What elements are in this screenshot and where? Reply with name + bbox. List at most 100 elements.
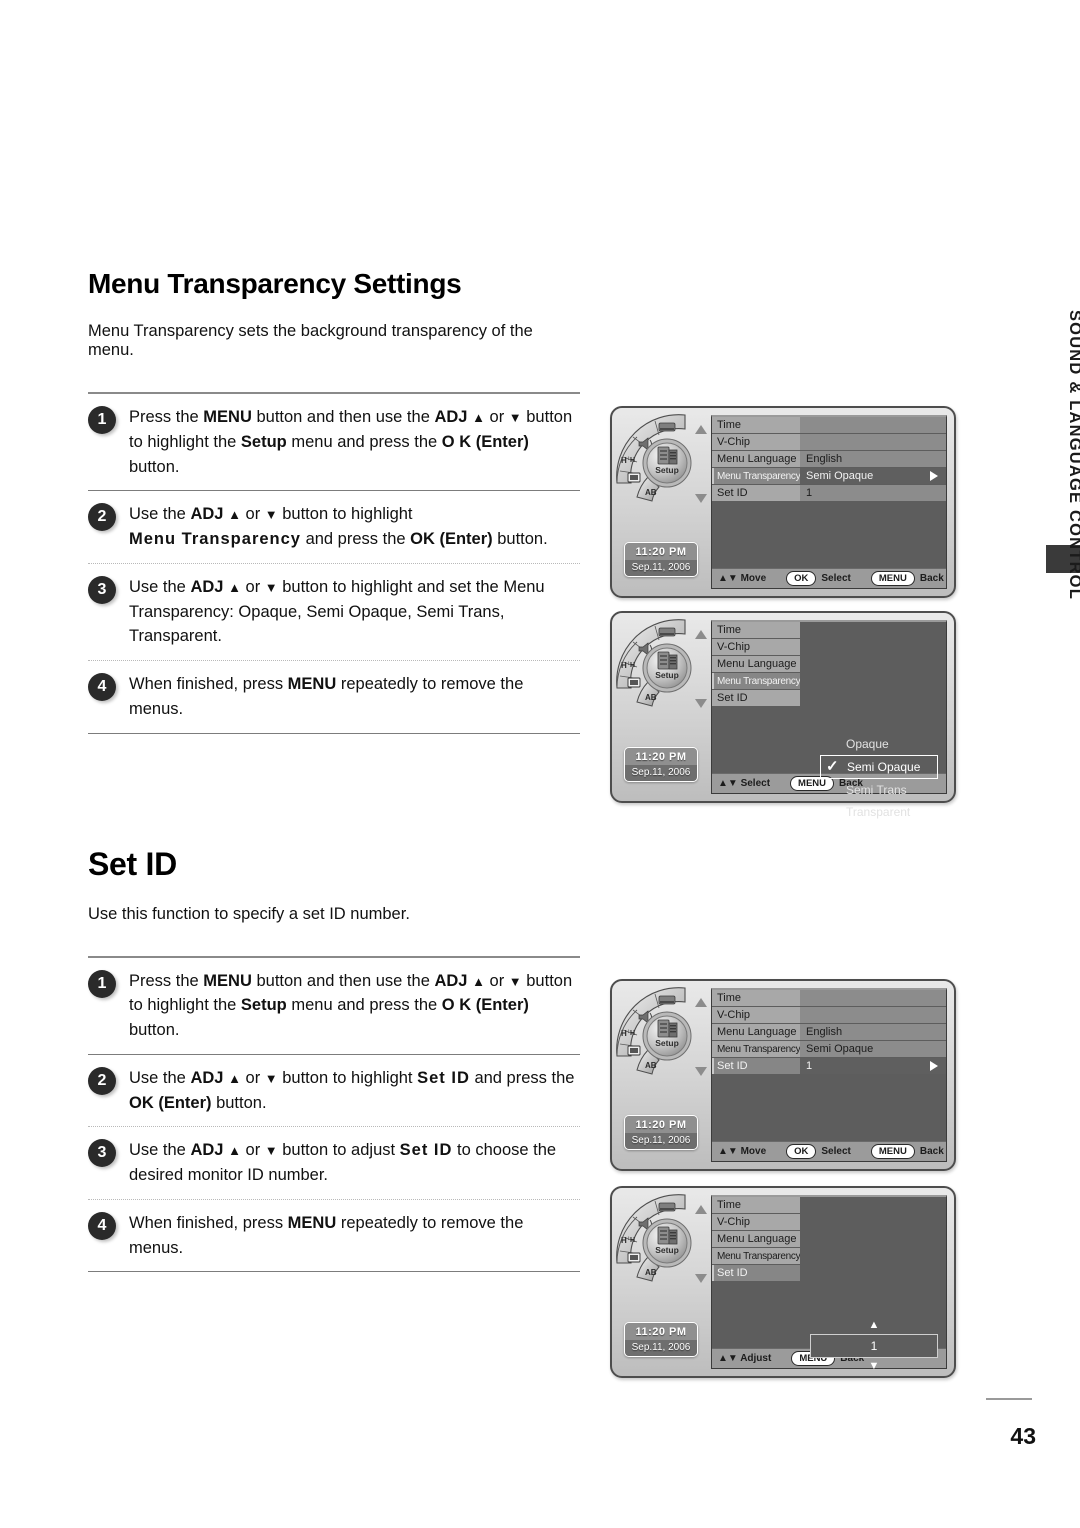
osd-menu-row[interactable]: Menu Transparency Semi Opaque — [712, 1041, 946, 1058]
ab-label: AB — [645, 1268, 657, 1277]
footer-rule — [986, 1398, 1032, 1400]
option-item[interactable]: Transparent — [820, 801, 938, 823]
check-icon: ✓ — [826, 758, 839, 776]
osd-menu-row[interactable]: Time — [712, 990, 946, 1007]
up-arrow-icon[interactable] — [695, 425, 707, 434]
step-number-badge: 1 — [88, 969, 116, 998]
menu-button-pill[interactable]: MENU — [870, 1144, 915, 1159]
section-description-menu-transparency: Menu Transparency sets the background tr… — [88, 322, 533, 359]
osd-menu-list: Time V-Chip Menu Language Menu Transpare… — [712, 1197, 946, 1282]
osd-menu-row[interactable]: Set ID — [712, 690, 946, 707]
osd-menu-row[interactable]: Menu Transparency — [712, 673, 946, 690]
osd-menu-row[interactable]: Set ID 1 — [712, 485, 946, 502]
osd-panel: Time V-Chip Menu Language Menu Transpare… — [711, 620, 947, 819]
nav-hint-label: ▲▼ Move — [718, 1146, 767, 1157]
osd-row-label: Menu Transparency — [712, 673, 800, 689]
osd-menu-row[interactable]: V-Chip — [712, 1214, 946, 1231]
osd-row-value: 1 — [800, 1058, 946, 1074]
osd-row-label: Menu Language — [712, 451, 800, 467]
osd-row-label: Time — [712, 622, 800, 638]
osd-panel: Time V-Chip Menu Language Menu Transpare… — [711, 1195, 947, 1372]
ok-button-pill[interactable]: OK — [786, 571, 817, 586]
osd-menu-row[interactable]: V-Chip — [712, 434, 946, 451]
clock-display: 11:20 PM Sep.11, 2006 — [624, 1322, 698, 1357]
transparency-option-list[interactable]: Opaque ✓ Semi Opaque Semi Trans Transpar… — [820, 733, 938, 823]
menu-button-pill[interactable]: MENU — [870, 571, 915, 586]
updown-arrows[interactable] — [693, 626, 709, 712]
osd-menu-row[interactable]: Menu Language — [712, 656, 946, 673]
nav-hint-label: ▲▼ Select — [718, 778, 771, 789]
ok-button-pill[interactable]: OK — [786, 1144, 817, 1159]
remote-dial-area: H ↕ H AB Setup 11:20 PM Sep.11, 2006 — [616, 619, 711, 794]
steps-list-menu-transparency: 1 Press the MENU button and then use the … — [88, 392, 580, 734]
osd-menu-row[interactable]: Menu Language English — [712, 451, 946, 468]
dial-center-label: Setup — [655, 1038, 679, 1048]
osd-row-value: 1 — [800, 485, 946, 501]
up-arrow-icon[interactable] — [695, 998, 707, 1007]
step-number-badge: 1 — [88, 406, 116, 434]
up-arrow-icon[interactable] — [695, 630, 707, 639]
osd-row-value — [800, 1007, 946, 1023]
osd-menu-row[interactable]: Time — [712, 622, 946, 639]
svg-text:H: H — [630, 1237, 635, 1244]
right-arrow-icon — [930, 1061, 938, 1071]
osd-menu-row[interactable]: Set ID 1 — [712, 1058, 946, 1075]
osd-row-value — [800, 417, 946, 433]
osd-row-label: Menu Transparency — [712, 1041, 800, 1057]
osd-menu-row[interactable]: Menu Language English — [712, 1024, 946, 1041]
osd-hint-bar: ▲▼ Move OK Select MENU Back — [712, 1141, 946, 1161]
osd-menu-row[interactable]: Set ID — [712, 1265, 946, 1282]
clock-time: 11:20 PM — [625, 543, 697, 560]
osd-panel: Time V-Chip Menu Language English Menu T… — [711, 988, 947, 1162]
step-instruction-text: Use the ADJ ▲ or ▼ button to highlight a… — [129, 577, 545, 646]
osd-row-label: Time — [712, 417, 800, 433]
osd-row-value — [800, 1214, 946, 1230]
updown-arrows[interactable] — [693, 994, 709, 1080]
osd-menu-row[interactable]: V-Chip — [712, 1007, 946, 1024]
osd-row-value — [800, 1231, 946, 1247]
menu-action-label: Back — [919, 1146, 944, 1157]
clock-time: 11:20 PM — [625, 1116, 697, 1133]
osd-menu-row[interactable]: Time — [712, 1197, 946, 1214]
down-arrow-icon[interactable] — [695, 494, 707, 503]
osd-row-label: Menu Language — [712, 1024, 800, 1040]
remote-dial-area: H ↕ H AB Setup 11:20 PM Sep.11, 2006 — [616, 1194, 711, 1369]
option-item[interactable]: Semi Trans — [820, 779, 938, 801]
down-arrow-icon[interactable] — [695, 1067, 707, 1076]
menu-action-label: Back — [919, 573, 944, 584]
stepper-value: 1 — [810, 1334, 938, 1358]
updown-arrows[interactable] — [693, 1201, 709, 1287]
step-number-badge: 3 — [88, 1139, 116, 1168]
osd-menu-list: Time V-Chip Menu Language English Menu T… — [712, 990, 946, 1075]
osd-menu-list: Time V-Chip Menu Language Menu Transpare… — [712, 622, 946, 707]
osd-menu-row[interactable]: Menu Transparency Semi Opaque — [712, 468, 946, 485]
option-item[interactable]: Opaque — [820, 733, 938, 755]
stepper-up-arrow-icon[interactable]: ▲ — [810, 1320, 938, 1331]
osd-row-value: Semi Opaque — [800, 1041, 946, 1057]
svg-text:H: H — [630, 457, 635, 464]
osd-menu-row[interactable]: Menu Language — [712, 1231, 946, 1248]
osd-row-label: Set ID — [712, 1265, 800, 1281]
option-item[interactable]: ✓ Semi Opaque — [820, 755, 938, 779]
osd-menu-row[interactable]: V-Chip — [712, 639, 946, 656]
up-arrow-icon[interactable] — [695, 1205, 707, 1214]
osd-row-value — [800, 673, 946, 689]
osd-row-value — [800, 1265, 946, 1281]
nav-hint-label: ▲▼ Adjust — [718, 1353, 772, 1364]
down-arrow-icon[interactable] — [695, 1274, 707, 1283]
step-item: 2 Use the ADJ ▲ or ▼ button to highlight … — [88, 1055, 580, 1127]
step-number-badge: 4 — [88, 1211, 116, 1240]
dial-center-label: Setup — [655, 465, 679, 475]
set-id-stepper[interactable]: ▲ 1 ▼ — [810, 1320, 938, 1372]
page-number: 43 — [1010, 1423, 1036, 1449]
stepper-down-arrow-icon[interactable]: ▼ — [810, 1361, 938, 1372]
ok-action-label: Select — [821, 573, 851, 584]
step-number-badge: 4 — [88, 673, 116, 701]
osd-menu-row[interactable]: Time — [712, 417, 946, 434]
down-arrow-icon[interactable] — [695, 699, 707, 708]
osd-menu-row[interactable]: Menu Transparency — [712, 1248, 946, 1265]
updown-arrows[interactable] — [693, 421, 709, 507]
step-divider — [88, 1271, 580, 1273]
osd-row-label: Menu Language — [712, 1231, 800, 1247]
ab-label: AB — [645, 1061, 657, 1070]
